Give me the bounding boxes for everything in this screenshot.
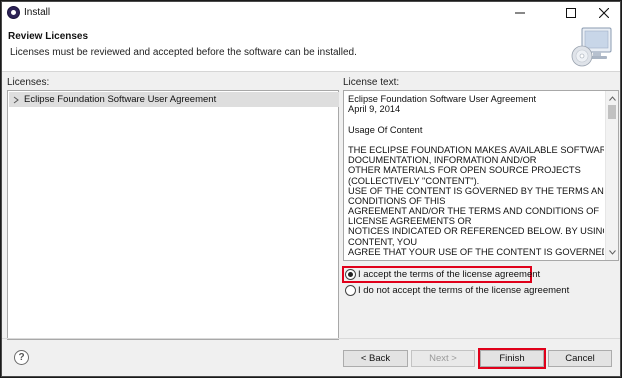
title-bar: Install (2, 2, 620, 24)
help-icon[interactable]: ? (14, 350, 29, 365)
licenses-label: Licenses: (7, 77, 50, 88)
license-line (348, 135, 604, 145)
page-title: Review Licenses (8, 31, 89, 42)
licenses-tree[interactable]: Eclipse Foundation Software User Agreeme… (7, 90, 339, 340)
minimize-button[interactable] (504, 2, 536, 24)
close-icon (599, 8, 609, 18)
accept-radio-button[interactable] (345, 269, 356, 280)
license-text-body: Eclipse Foundation Software User Agreeme… (348, 94, 604, 259)
license-line: Eclipse Foundation Software User Agreeme… (348, 94, 537, 104)
maximize-icon (566, 8, 576, 18)
license-line: DOCUMENTATION, INFORMATION AND/OR (348, 155, 537, 166)
license-line: LICENSE AGREEMENTS OR (348, 216, 472, 227)
page-description: Licenses must be reviewed and accepted b… (10, 47, 357, 58)
license-line: USE OF THE CONTENT IS GOVERNED BY THE TE… (348, 185, 604, 196)
accept-radio[interactable]: I accept the terms of the license agreem… (345, 268, 540, 281)
license-line: Usage Of Content (348, 124, 423, 135)
scrollbar-thumb[interactable] (608, 105, 616, 119)
scroll-down-icon[interactable] (606, 246, 618, 258)
license-line: NOTICES INDICATED OR REFERENCED BELOW. B… (348, 226, 604, 237)
cancel-button[interactable]: Cancel (548, 350, 612, 367)
install-window: Install Review Licenses Licenses must be… (1, 1, 621, 377)
license-line: CONDITIONS OF THIS (348, 195, 446, 206)
chevron-right-icon[interactable] (13, 96, 23, 104)
license-text-area[interactable]: Eclipse Foundation Software User Agreeme… (343, 90, 619, 261)
tree-item-eclipse-license[interactable]: Eclipse Foundation Software User Agreeme… (9, 92, 339, 107)
minimize-icon (515, 12, 525, 14)
decline-radio[interactable]: I do not accept the terms of the license… (345, 284, 569, 297)
close-button[interactable] (588, 2, 620, 24)
footer-separator (2, 338, 620, 339)
license-line: April 9, 2014 (348, 104, 401, 115)
accept-radio-label[interactable]: I accept the terms of the license agreem… (358, 269, 540, 280)
tree-item-label: Eclipse Foundation Software User Agreeme… (24, 94, 217, 105)
finish-button[interactable]: Finish (480, 350, 544, 367)
license-line: OTHER MATERIALS FOR OPEN SOURCE PROJECTS (348, 165, 581, 176)
license-scrollbar[interactable] (605, 91, 618, 260)
decline-radio-label[interactable]: I do not accept the terms of the license… (358, 285, 569, 296)
license-text-label: License text: (343, 77, 400, 88)
license-line: CONTENT, YOU (348, 236, 418, 247)
maximize-button[interactable] (555, 2, 587, 24)
install-computer-icon (571, 27, 612, 67)
license-line (348, 114, 604, 124)
license-line: THE ECLIPSE FOUNDATION MAKES AVAILABLE S… (348, 144, 604, 155)
window-title: Install (24, 7, 51, 18)
decline-radio-button[interactable] (345, 285, 356, 296)
back-button[interactable]: < Back (343, 350, 408, 367)
license-line: AGREE THAT YOUR USE OF THE CONTENT IS GO… (348, 246, 604, 257)
license-line: AGREEMENT AND/OR THE TERMS AND CONDITION… (348, 206, 600, 217)
license-line: (COLLECTIVELY "CONTENT"). (348, 175, 480, 186)
scroll-up-icon[interactable] (606, 92, 618, 104)
next-button[interactable]: Next > (411, 350, 475, 367)
header-banner: Review Licenses Licenses must be reviewe… (2, 24, 620, 72)
eclipse-icon (7, 6, 20, 19)
